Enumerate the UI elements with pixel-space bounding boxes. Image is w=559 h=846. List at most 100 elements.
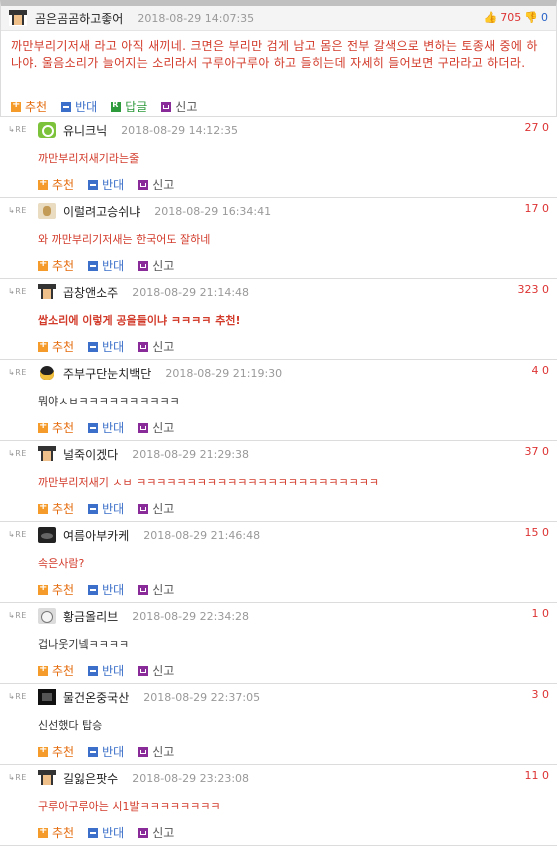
plus-icon [38,501,48,514]
report-button[interactable]: 신고 [138,500,174,517]
comment-item: ↳RE 유니크닉 2018-08-29 14:12:35 27 0 까만부리저새… [0,117,557,198]
recommend-button[interactable]: 추천 [38,419,74,436]
recommend-button[interactable]: 추천 [11,98,47,115]
oppose-button[interactable]: 반대 [61,98,97,115]
plus-icon [38,663,48,676]
oppose-button[interactable]: 반대 [88,176,124,193]
report-button[interactable]: 신고 [138,176,174,193]
plus-icon [38,744,48,757]
report-button[interactable]: 신고 [138,257,174,274]
hat-man-icon[interactable] [38,770,56,786]
comment-item: ↳RE 길잃은팟수 2018-08-29 23:23:08 11 0 구루아구루… [0,765,557,846]
comment-nickname[interactable]: 길잃은팟수 [63,770,118,787]
recommend-button[interactable]: 추천 [38,176,74,193]
gray-face-icon[interactable] [38,608,56,624]
comment-item: ↳RE 곱창앤소주 2018-08-29 21:14:48 323 0 쌉소리에… [0,279,557,360]
main-post-text: 까만부리기저새 라고 아직 새끼네. 크면은 부리만 검게 남고 몸은 전부 갈… [11,39,538,70]
comment-nickname[interactable]: 물건온중국산 [63,689,129,706]
recommend-button[interactable]: 추천 [38,662,74,679]
comment-nickname[interactable]: 곱창앤소주 [63,284,118,301]
comment-nickname[interactable]: 여름아부카케 [63,527,129,544]
vote-score: 👍 705 👎 0 [484,11,548,24]
comment-actions: 추천 반대 신고 [38,581,188,598]
minus-icon [88,179,99,190]
comment-actions: 추천 반대 신고 [38,662,188,679]
post-date: 2018-08-29 14:07:35 [137,11,255,25]
reply-button[interactable]: 답글 [111,98,147,115]
comment-nickname[interactable]: 이럴려고승쉬냐 [63,203,140,220]
hat-man-icon[interactable] [38,446,56,462]
report-button[interactable]: 신고 [138,824,174,841]
report-button[interactable]: 신고 [138,338,174,355]
dark-photo-icon[interactable] [38,527,56,543]
oppose-button[interactable]: 반대 [88,500,124,517]
thumbs-down-icon: 👎 [524,11,538,24]
comment-text: 쌉소리에 이렇게 공을들이냐 ㅋㅋㅋㅋ 추천! [38,314,241,327]
penguin-icon[interactable] [38,365,56,381]
hat-man-icon[interactable] [38,284,56,300]
reply-arrow-icon: ↳RE [8,773,27,782]
reply-icon [111,100,122,112]
comment-actions: 추천 반대 신고 [38,500,188,517]
oppose-button[interactable]: 반대 [88,338,124,355]
comment-text: 까만부리저새기라는줄 [38,152,140,165]
comment-text: 겁나웃기넼ㅋㅋㅋㅋ [38,638,130,651]
report-button[interactable]: 신고 [138,581,174,598]
comment-score: 4 0 [531,364,550,377]
comment-nickname[interactable]: 널죽이겠다 [63,446,118,463]
comment-nickname[interactable]: 주부구단눈치백단 [63,365,151,382]
oppose-button[interactable]: 반대 [88,257,124,274]
comment-header: 길잃은팟수 2018-08-29 23:23:08 [38,768,557,788]
comment-actions: 추천 반대 신고 [38,743,188,760]
minus-icon [88,746,99,757]
comment-nickname[interactable]: 유니크닉 [63,122,107,139]
recommend-button[interactable]: 추천 [38,338,74,355]
report-icon [138,746,149,757]
oppose-button[interactable]: 반대 [88,824,124,841]
reply-arrow-icon: ↳RE [8,692,27,701]
report-button[interactable]: 신고 [138,419,174,436]
report-icon [138,503,149,514]
oppose-button[interactable]: 반대 [88,581,124,598]
recommend-button[interactable]: 추천 [38,824,74,841]
hat-man-icon[interactable] [9,10,27,26]
comment-date: 2018-08-29 21:46:48 [143,528,261,542]
main-post-header: 곰은곰곰하고좋어 2018-08-29 14:07:35 👍 705 👎 0 [1,6,556,31]
comment-actions: 추천 반대 신고 [38,176,188,193]
recommend-button[interactable]: 추천 [38,743,74,760]
oppose-button[interactable]: 반대 [88,419,124,436]
author-nickname[interactable]: 곰은곰곰하고좋어 [35,10,123,27]
oppose-button[interactable]: 반대 [88,743,124,760]
comment-item: ↳RE 주부구단눈치백단 2018-08-29 21:19:30 4 0 뭐야ㅅ… [0,360,557,441]
comment-header: 널죽이겠다 2018-08-29 21:29:38 [38,444,557,464]
plus-icon [38,825,48,838]
main-post-actions: 추천 반대 답글 신고 [11,98,211,115]
report-button[interactable]: 신고 [161,98,197,115]
recommend-button[interactable]: 추천 [38,581,74,598]
comment-header: 유니크닉 2018-08-29 14:12:35 [38,120,557,140]
comment-header: 물건온중국산 2018-08-29 22:37:05 [38,687,557,707]
oppose-button[interactable]: 반대 [88,662,124,679]
comment-item: ↳RE 황금올리브 2018-08-29 22:34:28 1 0 겁나웃기넼ㅋ… [0,603,557,684]
report-button[interactable]: 신고 [138,743,174,760]
report-icon [138,260,149,271]
comment-text: 신선했다 탑승 [38,719,103,732]
comment-date: 2018-08-29 22:37:05 [143,690,261,704]
comment-header: 여름아부카케 2018-08-29 21:46:48 [38,525,557,545]
recommend-button[interactable]: 추천 [38,500,74,517]
minus-icon [88,341,99,352]
comment-item: ↳RE 여름아부카케 2018-08-29 21:46:48 15 0 속은사람… [0,522,557,603]
report-button[interactable]: 신고 [138,662,174,679]
beige-cat-icon[interactable] [38,203,56,219]
minus-icon [88,827,99,838]
minus-icon [88,260,99,271]
comment-date: 2018-08-29 23:23:08 [132,771,250,785]
black-pixel-icon[interactable] [38,689,56,705]
comment-item: ↳RE 널죽이겠다 2018-08-29 21:29:38 37 0 까만부리저… [0,441,557,522]
comment-actions: 추천 반대 신고 [38,419,188,436]
green-power-icon[interactable] [38,122,56,138]
comment-nickname[interactable]: 황금올리브 [63,608,118,625]
recommend-button[interactable]: 추천 [38,257,74,274]
comment-date: 2018-08-29 21:14:48 [132,285,250,299]
reply-arrow-icon: ↳RE [8,611,27,620]
